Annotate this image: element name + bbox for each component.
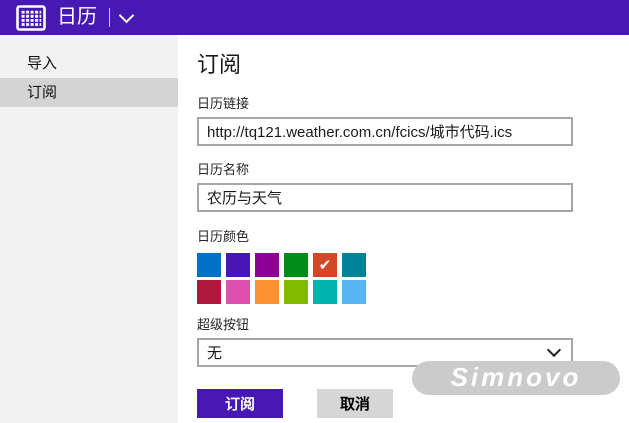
color-swatch[interactable] [226,253,250,277]
color-swatch[interactable] [255,280,279,304]
app-header: 日历 [0,0,629,35]
calendar-link-label: 日历链接 [197,96,250,111]
color-swatch[interactable] [342,280,366,304]
color-swatch[interactable] [197,253,221,277]
color-swatch[interactable] [342,253,366,277]
watermark: Simnovo [412,361,620,395]
sidebar-item-import[interactable]: 导入 [0,49,178,78]
checkmark-icon: ✔ [318,257,332,274]
charm-label: 超级按钮 [197,317,250,332]
calendar-link-input[interactable] [197,117,573,146]
calendar-color-label: 日历颜色 [197,229,250,244]
app-window: 日历 导入 订阅 订阅 日历链接 日历名称 日历颜色 ✔ 超级按钮 无 订阅 取… [0,0,629,423]
app-title: 日历 [57,6,97,28]
color-swatch[interactable] [255,253,279,277]
sidebar-item-label: 导入 [27,55,58,72]
sidebar: 导入 订阅 [0,35,178,423]
color-swatch[interactable] [284,280,308,304]
chevron-down-icon [546,342,562,358]
color-swatch[interactable] [313,280,337,304]
chevron-down-icon[interactable] [118,7,135,23]
color-swatch[interactable]: ✔ [313,253,337,277]
calendar-name-input[interactable] [197,183,573,212]
page-title: 订阅 [197,52,242,77]
calendar-name-label: 日历名称 [197,162,250,177]
subscribe-button[interactable]: 订阅 [197,389,283,418]
header-divider [109,8,110,27]
charm-select-value: 无 [207,345,223,362]
cancel-button[interactable]: 取消 [317,389,393,418]
color-swatch[interactable] [284,253,308,277]
sidebar-item-subscribe[interactable]: 订阅 [0,78,178,107]
color-swatch[interactable] [226,280,250,304]
color-swatches: ✔ [197,253,397,304]
color-swatch[interactable] [197,280,221,304]
sidebar-item-label: 订阅 [27,84,58,101]
calendar-icon [16,4,46,31]
